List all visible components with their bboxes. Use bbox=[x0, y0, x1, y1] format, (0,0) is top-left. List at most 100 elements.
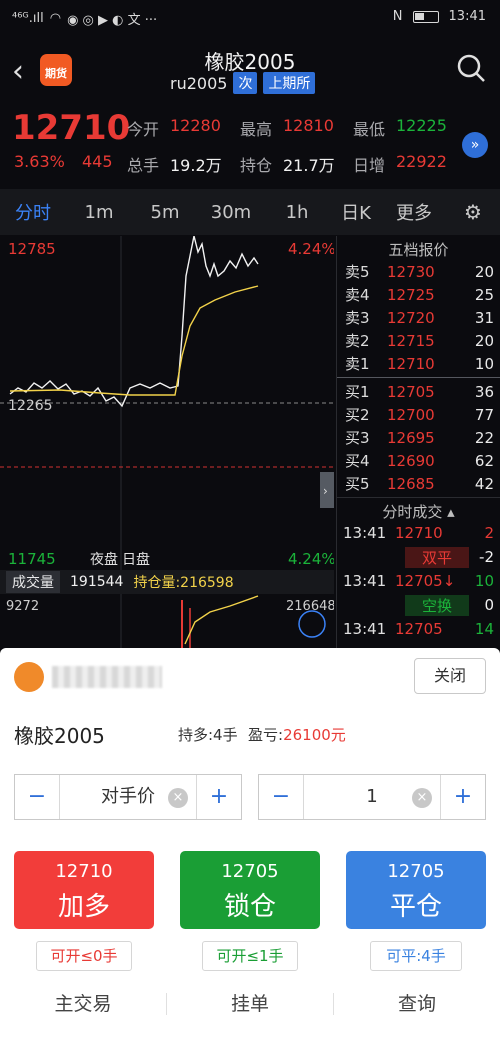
contract-title: 橡胶2005 bbox=[204, 50, 296, 74]
position-hold: 持多:4手 bbox=[178, 726, 238, 744]
contract-subtitle: ru2005 次 上期所 bbox=[170, 72, 316, 94]
night-session-label: 夜盘 bbox=[90, 551, 118, 568]
close-button[interactable]: 关闭 bbox=[414, 658, 486, 694]
chart-bottom-pct: 4.24% bbox=[288, 550, 334, 568]
price-input[interactable]: 对手价 × bbox=[59, 775, 197, 819]
volume-chart: 9272 216648 bbox=[0, 594, 334, 648]
price-plus-button[interactable]: + bbox=[197, 775, 241, 819]
tick-row: 13:41 12710 2 bbox=[343, 524, 494, 542]
ask-row: 卖4 12725 25 bbox=[345, 285, 494, 305]
buy-long-button[interactable]: 12710 加多 bbox=[14, 851, 154, 929]
open-interest-text: 持仓量:216598 bbox=[133, 575, 234, 591]
tab-1h[interactable]: 1h bbox=[264, 202, 330, 223]
trade-panel: 关闭 橡胶2005 持多:4手 盈亏:26100元 − 对手价 × + − 1 × … bbox=[0, 648, 500, 1039]
change-value: 445 bbox=[82, 152, 113, 171]
bid-row: 买2 12700 77 bbox=[345, 405, 494, 425]
bid-row: 买3 12695 22 bbox=[345, 428, 494, 448]
open-limit-lock: 可开≤1手 bbox=[202, 941, 298, 971]
high-label: 最高 bbox=[240, 120, 273, 139]
last-price: 12710 bbox=[12, 108, 131, 148]
clear-icon[interactable]: × bbox=[412, 788, 432, 808]
chevron-right-icon: › bbox=[323, 484, 328, 498]
day-inc-label: 日增 bbox=[353, 156, 386, 175]
contract-code: ru2005 bbox=[170, 73, 228, 93]
tick-tag-row: 双平 -2 bbox=[337, 545, 500, 569]
account-name-redacted bbox=[52, 666, 162, 688]
tab-1m[interactable]: 1m bbox=[66, 202, 132, 223]
nfc-icon: N bbox=[392, 9, 403, 24]
day-inc-value: 22922 bbox=[396, 152, 447, 171]
triangle-up-icon: ▴ bbox=[447, 503, 455, 521]
price-stepper: − 对手价 × + bbox=[14, 774, 242, 820]
ask-row: 卖5 12730 20 bbox=[345, 262, 494, 282]
nav-main-trade[interactable]: 主交易 bbox=[0, 986, 166, 1039]
volume-label[interactable]: 成交量 bbox=[6, 571, 60, 593]
order-book: 五档报价 卖5 12730 20 卖4 12725 25 卖3 12720 31 卖2 127… bbox=[336, 236, 500, 648]
open-value: 12280 bbox=[170, 116, 221, 135]
bid-row: 买5 12685 42 bbox=[345, 474, 494, 494]
chart-top-price: 12785 bbox=[8, 240, 56, 258]
tab-more[interactable]: 更多 bbox=[382, 199, 446, 225]
chart-bottom-price: 11745 bbox=[8, 550, 56, 568]
tag-next: 次 bbox=[233, 72, 258, 94]
settings-icon[interactable]: ⚙ bbox=[446, 200, 500, 224]
quote-panel: 12710 3.63% 445 今开 12280 最高 12810 最低 122… bbox=[0, 106, 500, 188]
expand-icon[interactable]: » bbox=[462, 132, 488, 158]
wifi-icon: ◠ bbox=[49, 11, 62, 26]
clear-icon[interactable]: × bbox=[168, 788, 188, 808]
nav-orders[interactable]: 挂单 bbox=[167, 986, 333, 1039]
chart-top-pct: 4.24% bbox=[288, 240, 334, 258]
open-limit-long: 可开≤0手 bbox=[36, 941, 132, 971]
tick-row: 13:41 12705 14 bbox=[343, 620, 494, 638]
day-session-label: 日盘 bbox=[122, 551, 150, 568]
battery-icon bbox=[412, 10, 439, 23]
volume-max-label: 9272 bbox=[6, 599, 39, 614]
close-limit: 可平:4手 bbox=[370, 941, 462, 971]
price-minus-button[interactable]: − bbox=[15, 775, 59, 819]
bid-row: 买4 12690 62 bbox=[345, 451, 494, 471]
lock-button[interactable]: 12705 锁仓 bbox=[180, 851, 320, 929]
qty-stepper: − 1 × + bbox=[258, 774, 486, 820]
tag-exchange: 上期所 bbox=[263, 72, 316, 94]
ask-list: 卖5 12730 20 卖4 12725 25 卖3 12720 31 卖2 12715 20 … bbox=[337, 260, 500, 375]
volume-value: 19.2万 bbox=[170, 156, 222, 175]
header: ‹ 期货 橡胶2005 ru2005 次 上期所 bbox=[0, 36, 500, 106]
low-value: 12225 bbox=[396, 116, 447, 135]
qty-plus-button[interactable]: + bbox=[441, 775, 485, 819]
bid-row: 买1 12705 36 bbox=[345, 382, 494, 402]
order-book-title: 五档报价 bbox=[388, 241, 449, 259]
oi-label: 持仓 bbox=[240, 156, 273, 175]
tab-5m[interactable]: 5m bbox=[132, 202, 198, 223]
ask-row: 卖2 12715 20 bbox=[345, 331, 494, 351]
volume-bar: 成交量 191544 持仓量:216598 bbox=[0, 570, 334, 594]
close-position-button[interactable]: 12705 平仓 bbox=[346, 851, 486, 929]
search-icon[interactable] bbox=[456, 53, 486, 83]
bottom-nav: 主交易 挂单 查询 bbox=[0, 986, 500, 1039]
time-sales-title[interactable]: 分时成交 ▴ bbox=[337, 497, 500, 521]
low-label: 最低 bbox=[353, 120, 386, 139]
status-bar: ⁴⁶ᴳ.ıll ◠ ◉ ◎ ▶ ◐ 文 ··· N 13:41 bbox=[0, 0, 500, 36]
bid-list: 买1 12705 36 买2 12700 77 买3 12695 22 买4 12690 62 … bbox=[337, 380, 500, 495]
high-value: 12810 bbox=[283, 116, 334, 135]
qty-input[interactable]: 1 × bbox=[303, 775, 441, 819]
ask-row: 卖3 12720 31 bbox=[345, 308, 494, 328]
tick-row: 13:41 12705↓ 10 bbox=[343, 572, 494, 590]
clock: 13:41 bbox=[448, 9, 486, 24]
divider bbox=[337, 377, 500, 378]
position-contract: 橡胶2005 bbox=[14, 724, 105, 748]
open-label: 今开 bbox=[127, 120, 160, 139]
change-percent: 3.63% bbox=[14, 152, 65, 171]
account-avatar bbox=[14, 662, 44, 692]
qty-minus-button[interactable]: − bbox=[259, 775, 303, 819]
tab-timeshare[interactable]: 分时 bbox=[0, 199, 66, 225]
volume-value: 191544 bbox=[70, 574, 124, 590]
volume-label: 总手 bbox=[127, 156, 160, 175]
nav-query[interactable]: 查询 bbox=[334, 986, 500, 1039]
tick-tag-row: 空换 0 bbox=[337, 593, 500, 617]
tab-30m[interactable]: 30m bbox=[198, 202, 264, 223]
tab-daily[interactable]: 日K bbox=[330, 199, 382, 225]
period-tabs: 分时 1m 5m 30m 1h 日K 更多 ⚙ bbox=[0, 189, 500, 235]
oi-value: 21.7万 bbox=[283, 156, 335, 175]
ask-row: 卖1 12710 10 bbox=[345, 354, 494, 374]
chart-mid-price: 12265 bbox=[8, 398, 53, 414]
